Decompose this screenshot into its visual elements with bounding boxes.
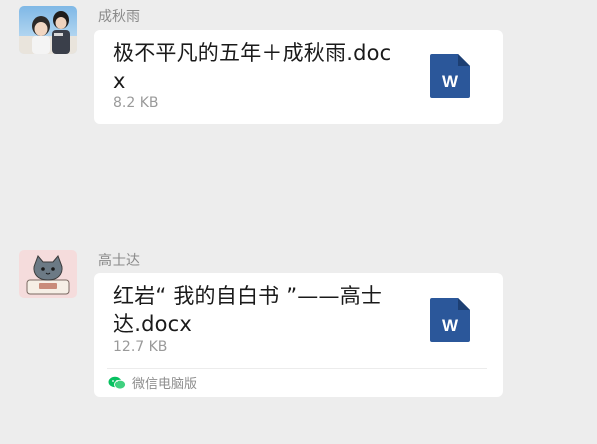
source-app-label: 微信电脑版 [132,376,198,392]
sender-avatar-1[interactable] [19,6,77,54]
file-message-bubble[interactable]: 极不平凡的五年＋成秋雨.docx 8.2 KB W [94,30,503,124]
photo-avatar-icon [19,6,77,54]
source-app-row[interactable]: 微信电脑版 [108,373,198,392]
bubble-divider [107,368,487,369]
word-document-icon: W [428,296,472,344]
word-letter: W [442,72,459,91]
file-message-bubble[interactable]: 红岩“ 我的自白书 ”——高士达.docx 12.7 KB W 微信电脑版 [94,273,503,397]
word-document-icon: W [428,52,472,100]
sender-avatar-2[interactable] [19,250,77,298]
file-name: 极不平凡的五年＋成秋雨.docx [113,41,392,93]
wechat-icon [108,375,126,390]
word-letter: W [442,316,459,335]
file-size: 8.2 KB [113,95,159,111]
sender-name: 高士达 [98,253,140,269]
cartoon-cat-avatar-icon [19,250,77,298]
sender-name: 成秋雨 [98,9,140,25]
file-name: 红岩“ 我的自白书 ”——高士达.docx [113,284,383,336]
file-size: 12.7 KB [113,339,168,355]
